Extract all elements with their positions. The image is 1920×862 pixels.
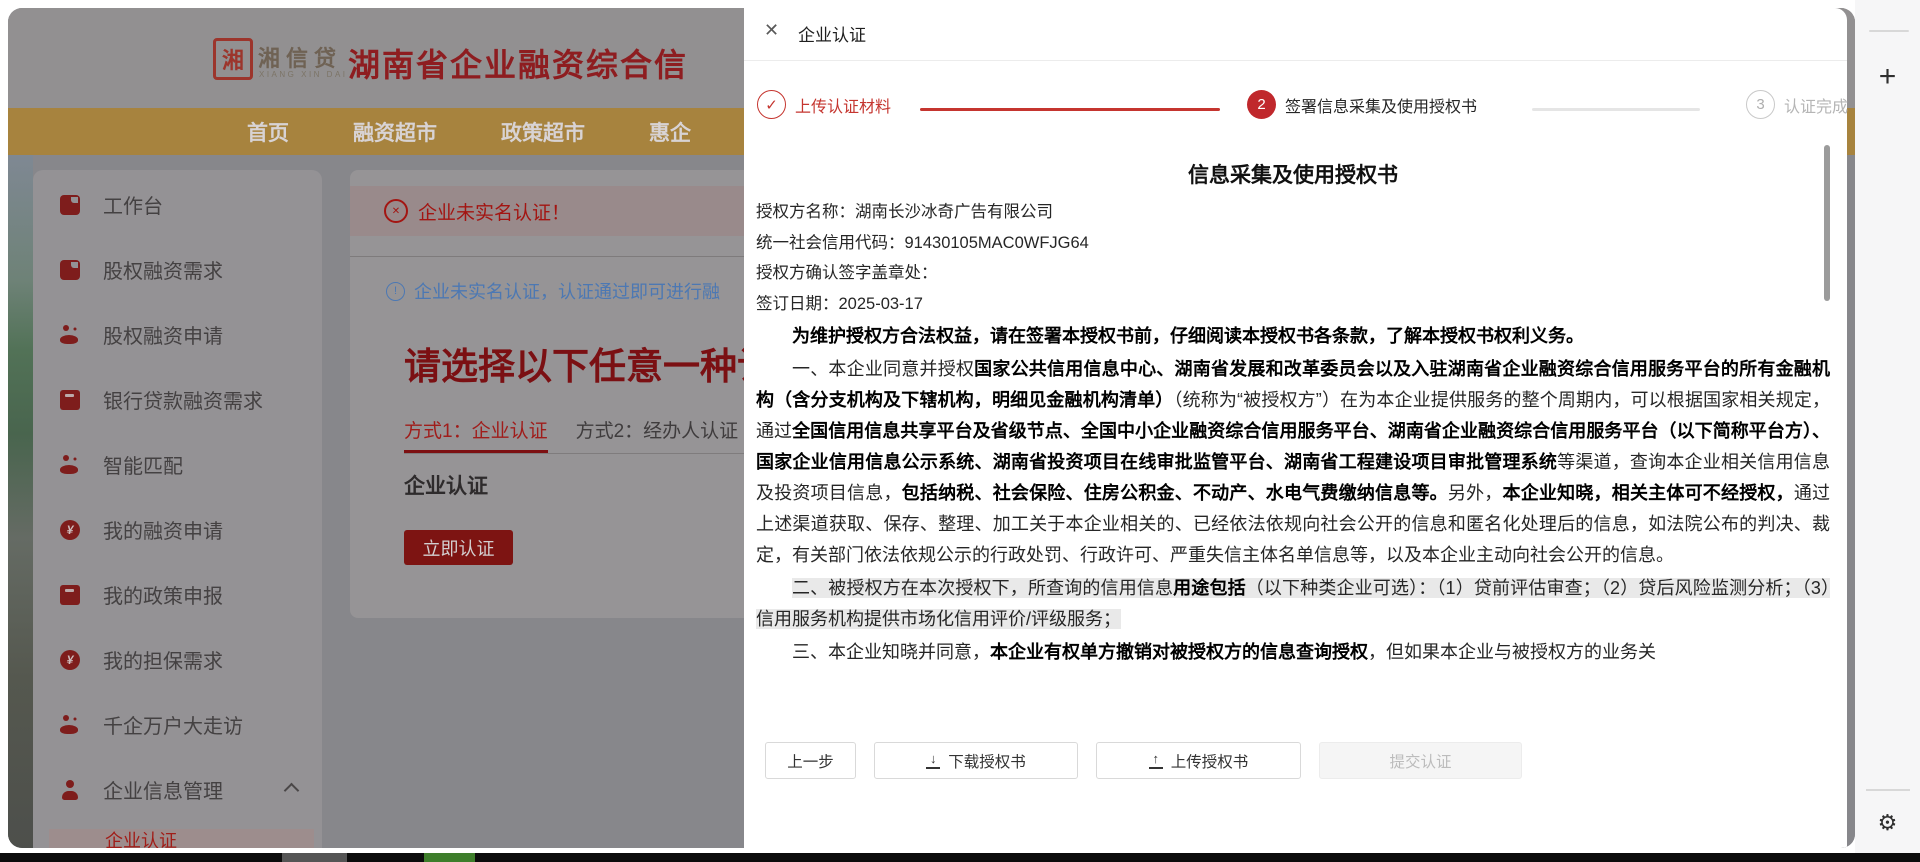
document-paragraph: 二、被授权方在本次授权下，所查询的信用信息用途包括（以下种类企业可选）：（1）贷… [756,573,1830,635]
chevron-up-icon [284,783,300,799]
company-info-icon [60,780,80,800]
sidebar-item[interactable]: 股权融资申请 [33,302,322,367]
stepper-connector-pending [1532,108,1700,111]
modal-title: 企业认证 [798,21,866,46]
browser-window: 湘 湘信贷 XIANG XIN DAI 湖南省企业融资综合信 首页 融资超市 政策超… [8,8,1855,848]
taskbar[interactable] [0,853,1920,862]
info-circle-icon: ! [386,282,405,301]
rail-divider-top [1869,30,1909,32]
logo-seal-icon: 湘 [213,38,253,80]
logo-subtitle: XIANG XIN DAI [259,70,348,79]
browser-side-rail: + ⚙ [1855,0,1920,853]
taskbar-segment-green [424,853,475,862]
modal-footer-buttons: 上一步 ↓ 下载授权书 ↑ 上传授权书 提交认证 [765,742,1522,779]
stepper-connector-done [920,108,1220,111]
rail-divider-bottom [1866,789,1910,791]
nav-item[interactable]: 融资超市 [353,117,437,147]
my-financing-apply-icon: ¥ [60,520,80,540]
sidebar-item[interactable]: 智能匹配 [33,432,322,497]
workbench-icon [60,195,80,215]
modal-button[interactable]: 提交认证 [1319,742,1522,779]
nav-item[interactable]: 首页 [247,117,289,147]
document-field: 授权方确认签字盖章处： [756,258,1830,289]
document-field: 统一社会信用代码：91430105MAC0WFJG64 [756,228,1830,259]
document-scrollbar-thumb[interactable] [1824,145,1830,301]
page-heading: 请选择以下任意一种认 [404,336,748,390]
enterprise-auth-modal: ✕ 企业认证 ✓ 上传认证材料 2 签署信息采集及使用授权书 3 认证完成 信息… [744,8,1847,848]
document-paragraph: 为维护授权方合法权益，请在签署本授权书前，仔细阅读本授权书各条款，了解本授权书权… [756,321,1830,352]
sidebar-menu: 工作台 股权融资需求 股权融资申请 银行贷款融资需求 [33,172,322,822]
sidebar-item[interactable]: ¥ 我的担保需求 [33,627,322,692]
section-title: 企业认证 [404,470,488,500]
document-title: 信息采集及使用授权书 [756,159,1830,189]
sidebar-item[interactable]: 工作台 [33,172,322,237]
tab[interactable]: 方式1：企业认证 [404,416,548,453]
sidebar-item[interactable]: ¥ 我的融资申请 [33,497,322,562]
document-fields: 授权方名称：湖南长沙冰奇广告有限公司统一社会信用代码：91430105MAC0W… [756,197,1830,319]
smart-match-icon [60,455,80,475]
sidebar-item[interactable]: 银行贷款融资需求 [33,367,322,432]
sidebar-item[interactable]: 千企万户大走访 [33,692,322,757]
close-icon[interactable]: ✕ [764,21,779,39]
tab[interactable]: 方式2：经办人认证 [576,416,739,453]
modal-button[interactable]: ↓ 下载授权书 [874,742,1078,779]
sidebar-item[interactable]: 股权融资需求 [33,237,322,302]
document-paragraphs: 为维护授权方合法权益，请在签署本授权书前，仔细阅读本授权书各条款，了解本授权书权… [756,321,1830,668]
document-paragraph: 三、本企业知晓并同意，本企业有权单方撤销对被授权方的信息查询授权，但如果本企业与… [756,637,1830,668]
error-circle-icon: ✕ [384,199,408,223]
sidebar-item[interactable]: 我的政策申报 [33,562,322,627]
my-guarantee-demand-icon: ¥ [60,650,80,670]
info-text: 企业未实名认证，认证通过即可进行融 [414,278,720,304]
sidebar: 工作台 股权融资需求 股权融资申请 银行贷款融资需求 [33,170,322,848]
enterprise-visit-icon [60,715,80,735]
nav-item[interactable]: 政策超市 [501,117,585,147]
download-icon: ↓ [926,753,940,769]
bank-loan-demand-icon [60,390,80,410]
modal-button[interactable]: ↑ 上传授权书 [1096,742,1301,779]
alert-text: 企业未实名认证！ [418,198,570,225]
plus-icon[interactable]: + [1855,60,1920,94]
taskbar-segment-gray [282,853,347,862]
sidebar-subitem-active[interactable]: 企业认证 [49,829,314,848]
equity-financing-apply-icon [60,325,80,345]
modal-button[interactable]: 上一步 [765,742,856,779]
logo-name: 湘信贷 [258,41,342,73]
document-field: 签订日期：2025-03-17 [756,289,1830,320]
authorization-document[interactable]: 信息采集及使用授权书 授权方名称：湖南长沙冰奇广告有限公司统一社会信用代码：91… [756,115,1830,725]
logo-seal-glyph: 湘 [222,43,244,75]
upload-icon: ↑ [1149,753,1163,769]
my-policy-declare-icon [60,585,80,605]
equity-financing-demand-icon [60,260,80,280]
site-title: 湖南省企业融资综合信 [348,40,748,86]
nav-item[interactable]: 惠企 [649,117,691,147]
background-photo [8,155,33,848]
sidebar-item[interactable]: 企业信息管理 [33,757,322,822]
divider [744,60,1847,61]
document-field: 授权方名称：湖南长沙冰奇广告有限公司 [756,197,1830,228]
document-paragraph: 一、本企业同意并授权国家公共信用信息中心、湖南省发展和改革委员会以及入驻湖南省企… [756,354,1830,571]
gear-icon[interactable]: ⚙ [1855,810,1920,836]
certify-now-button[interactable]: 立即认证 [404,530,513,565]
